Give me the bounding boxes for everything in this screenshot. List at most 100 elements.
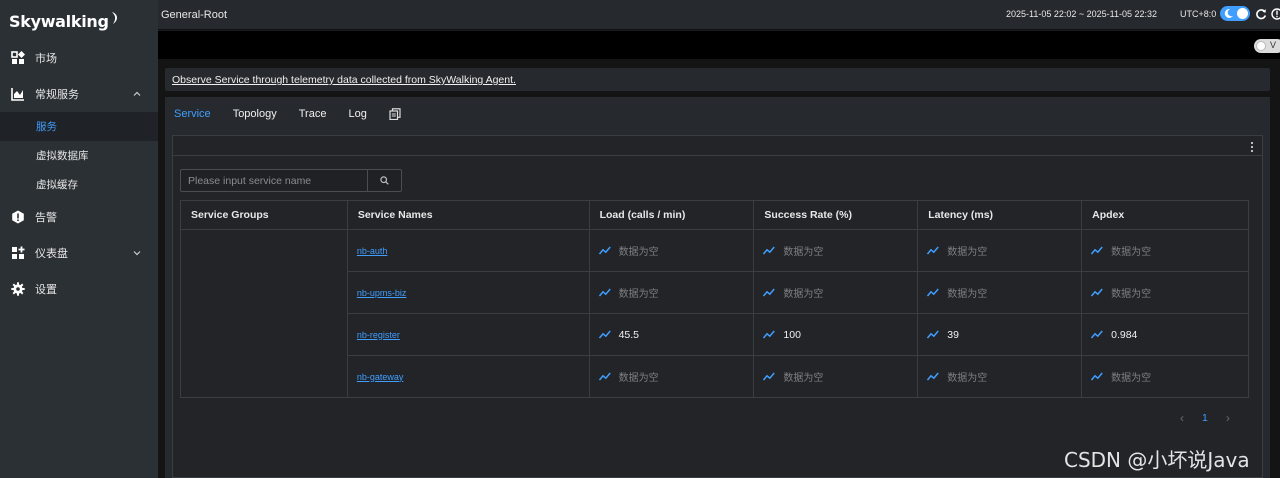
sidebar-item-general-service[interactable]: 常规服务 — [0, 76, 158, 112]
apdex-cell: 0.984 — [1081, 313, 1249, 356]
service-group-cell — [180, 229, 348, 398]
sidebar-item-dashboard[interactable]: 仪表盘 — [0, 235, 158, 271]
pagination: ‹ 1 › — [1180, 411, 1230, 425]
trend-icon — [1091, 288, 1103, 297]
metric-value: 数据为空 — [783, 289, 824, 300]
sidebar-subitem-service[interactable]: 服务 — [0, 112, 158, 141]
chevron-down-icon[interactable] — [132, 248, 142, 258]
column-header: Service Groups — [180, 200, 348, 230]
sidebar-item-label: 仪表盘 — [35, 248, 68, 260]
refresh-icon[interactable] — [1255, 8, 1267, 20]
sidebar: Skywalking 市场 常规服务 服务 虚拟数据库 虚拟缓存 告警 仪表盘 … — [0, 0, 158, 478]
chevron-up-icon[interactable] — [132, 89, 142, 99]
trend-icon — [1091, 246, 1103, 255]
logo-swoosh-icon — [111, 12, 117, 24]
search-button[interactable] — [368, 170, 401, 191]
sidebar-subitem-virtual-database[interactable]: 虚拟数据库 — [0, 141, 158, 170]
skywalking-logo[interactable]: Skywalking — [9, 10, 120, 32]
search-icon — [380, 176, 389, 185]
service-link[interactable]: nb-register — [357, 330, 400, 340]
trend-icon — [598, 372, 611, 381]
metric-value: 39 — [947, 328, 959, 341]
tab-log[interactable]: Log — [348, 108, 366, 120]
service-name-cell: nb-auth — [346, 229, 590, 272]
breadcrumb: General-Root — [161, 9, 228, 21]
service-list-widget: Service Groups Service Names Load (calls… — [172, 135, 1263, 478]
trend-icon — [927, 246, 940, 255]
metric-value: 数据为空 — [618, 373, 659, 384]
metric-value: 数据为空 — [783, 247, 824, 258]
success-rate-cell: 数据为空 — [753, 229, 919, 272]
apdex-cell: 数据为空 — [1081, 229, 1249, 272]
toggle-knob — [1237, 8, 1248, 19]
load-cell: 数据为空 — [588, 229, 755, 272]
table-header-row: Service Groups Service Names Load (calls… — [180, 200, 1249, 230]
more-options-icon[interactable] — [1250, 141, 1254, 153]
prev-page-button[interactable]: ‹ — [1180, 411, 1184, 425]
column-header: Success Rate (%) — [753, 200, 919, 230]
metric-value: 45.5 — [618, 328, 640, 341]
success-rate-cell: 100 — [753, 313, 919, 356]
sidebar-item-label: 常规服务 — [35, 89, 79, 101]
timezone-label[interactable]: UTC+8:0 — [1180, 9, 1216, 19]
trend-icon — [598, 246, 611, 255]
dashboard-icon — [11, 246, 25, 260]
trend-icon — [598, 288, 611, 297]
service-notice: Observe Service through telemetry data c… — [165, 68, 1270, 91]
load-cell: 数据为空 — [588, 355, 755, 398]
theme-toggle[interactable] — [1220, 6, 1250, 21]
service-table: Service Groups Service Names Load (calls… — [180, 200, 1249, 398]
tab-bar: Service Topology Trace Log — [174, 107, 401, 120]
tab-topology[interactable]: Topology — [233, 108, 277, 120]
load-cell: 45.5 — [588, 313, 755, 356]
apdex-cell: 数据为空 — [1081, 355, 1249, 398]
tab-trace[interactable]: Trace — [299, 108, 327, 120]
sidebar-item-alarm[interactable]: 告警 — [0, 199, 158, 235]
sidebar-item-marketplace[interactable]: 市场 — [0, 40, 158, 76]
latency-cell: 数据为空 — [917, 271, 1083, 314]
info-icon[interactable] — [1271, 8, 1280, 20]
success-rate-cell: 数据为空 — [753, 355, 919, 398]
metric-value: 数据为空 — [783, 373, 824, 384]
metric-value: 100 — [783, 328, 801, 341]
alarm-icon — [11, 210, 25, 224]
column-header: Service Names — [346, 200, 590, 230]
page-number[interactable]: 1 — [1202, 412, 1208, 424]
toggle-knob — [1256, 41, 1266, 51]
metric-value: 数据为空 — [1111, 289, 1152, 300]
next-page-button[interactable]: › — [1226, 411, 1230, 425]
trend-icon — [1091, 372, 1103, 381]
service-name-cell: nb-register — [346, 313, 590, 356]
trend-icon — [598, 330, 611, 339]
trend-icon — [927, 288, 940, 297]
trend-icon — [927, 372, 940, 381]
view-toggle-label: V — [1270, 40, 1277, 50]
service-name-cell: nb-upms-biz — [346, 271, 590, 314]
sidebar-item-settings[interactable]: 设置 — [0, 271, 158, 307]
trend-icon — [763, 246, 776, 255]
widget-header — [173, 136, 1262, 156]
column-header: Apdex — [1081, 200, 1249, 230]
time-range-picker[interactable]: 2025-11-05 22:02 ~ 2025-11-05 22:32 — [1006, 9, 1157, 19]
column-header: Latency (ms) — [917, 200, 1083, 230]
watermark: CSDN @小坏说Java — [1064, 448, 1250, 472]
view-toggle[interactable]: V — [1254, 39, 1280, 53]
tab-service[interactable]: Service — [174, 108, 211, 120]
service-link[interactable]: nb-gateway — [357, 372, 404, 382]
table-row: nb-auth 数据为空 数据为空 数据为空 数据为空 — [180, 229, 1249, 398]
service-name-cell: nb-gateway — [346, 355, 590, 398]
metric-value: 数据为空 — [947, 373, 988, 384]
marketplace-icon — [11, 51, 25, 65]
trend-icon — [763, 372, 776, 381]
service-search — [180, 169, 402, 192]
latency-cell: 数据为空 — [917, 355, 1083, 398]
notice-link[interactable]: Observe Service through telemetry data c… — [172, 74, 516, 86]
service-link[interactable]: nb-auth — [357, 246, 388, 256]
gear-icon — [11, 282, 25, 296]
metric-value: 数据为空 — [947, 247, 988, 258]
service-link[interactable]: nb-upms-biz — [357, 288, 407, 298]
metric-value: 数据为空 — [1111, 247, 1152, 258]
copy-icon[interactable] — [389, 108, 401, 120]
sidebar-subitem-virtual-cache[interactable]: 虚拟缓存 — [0, 170, 158, 199]
search-input[interactable] — [181, 170, 369, 191]
